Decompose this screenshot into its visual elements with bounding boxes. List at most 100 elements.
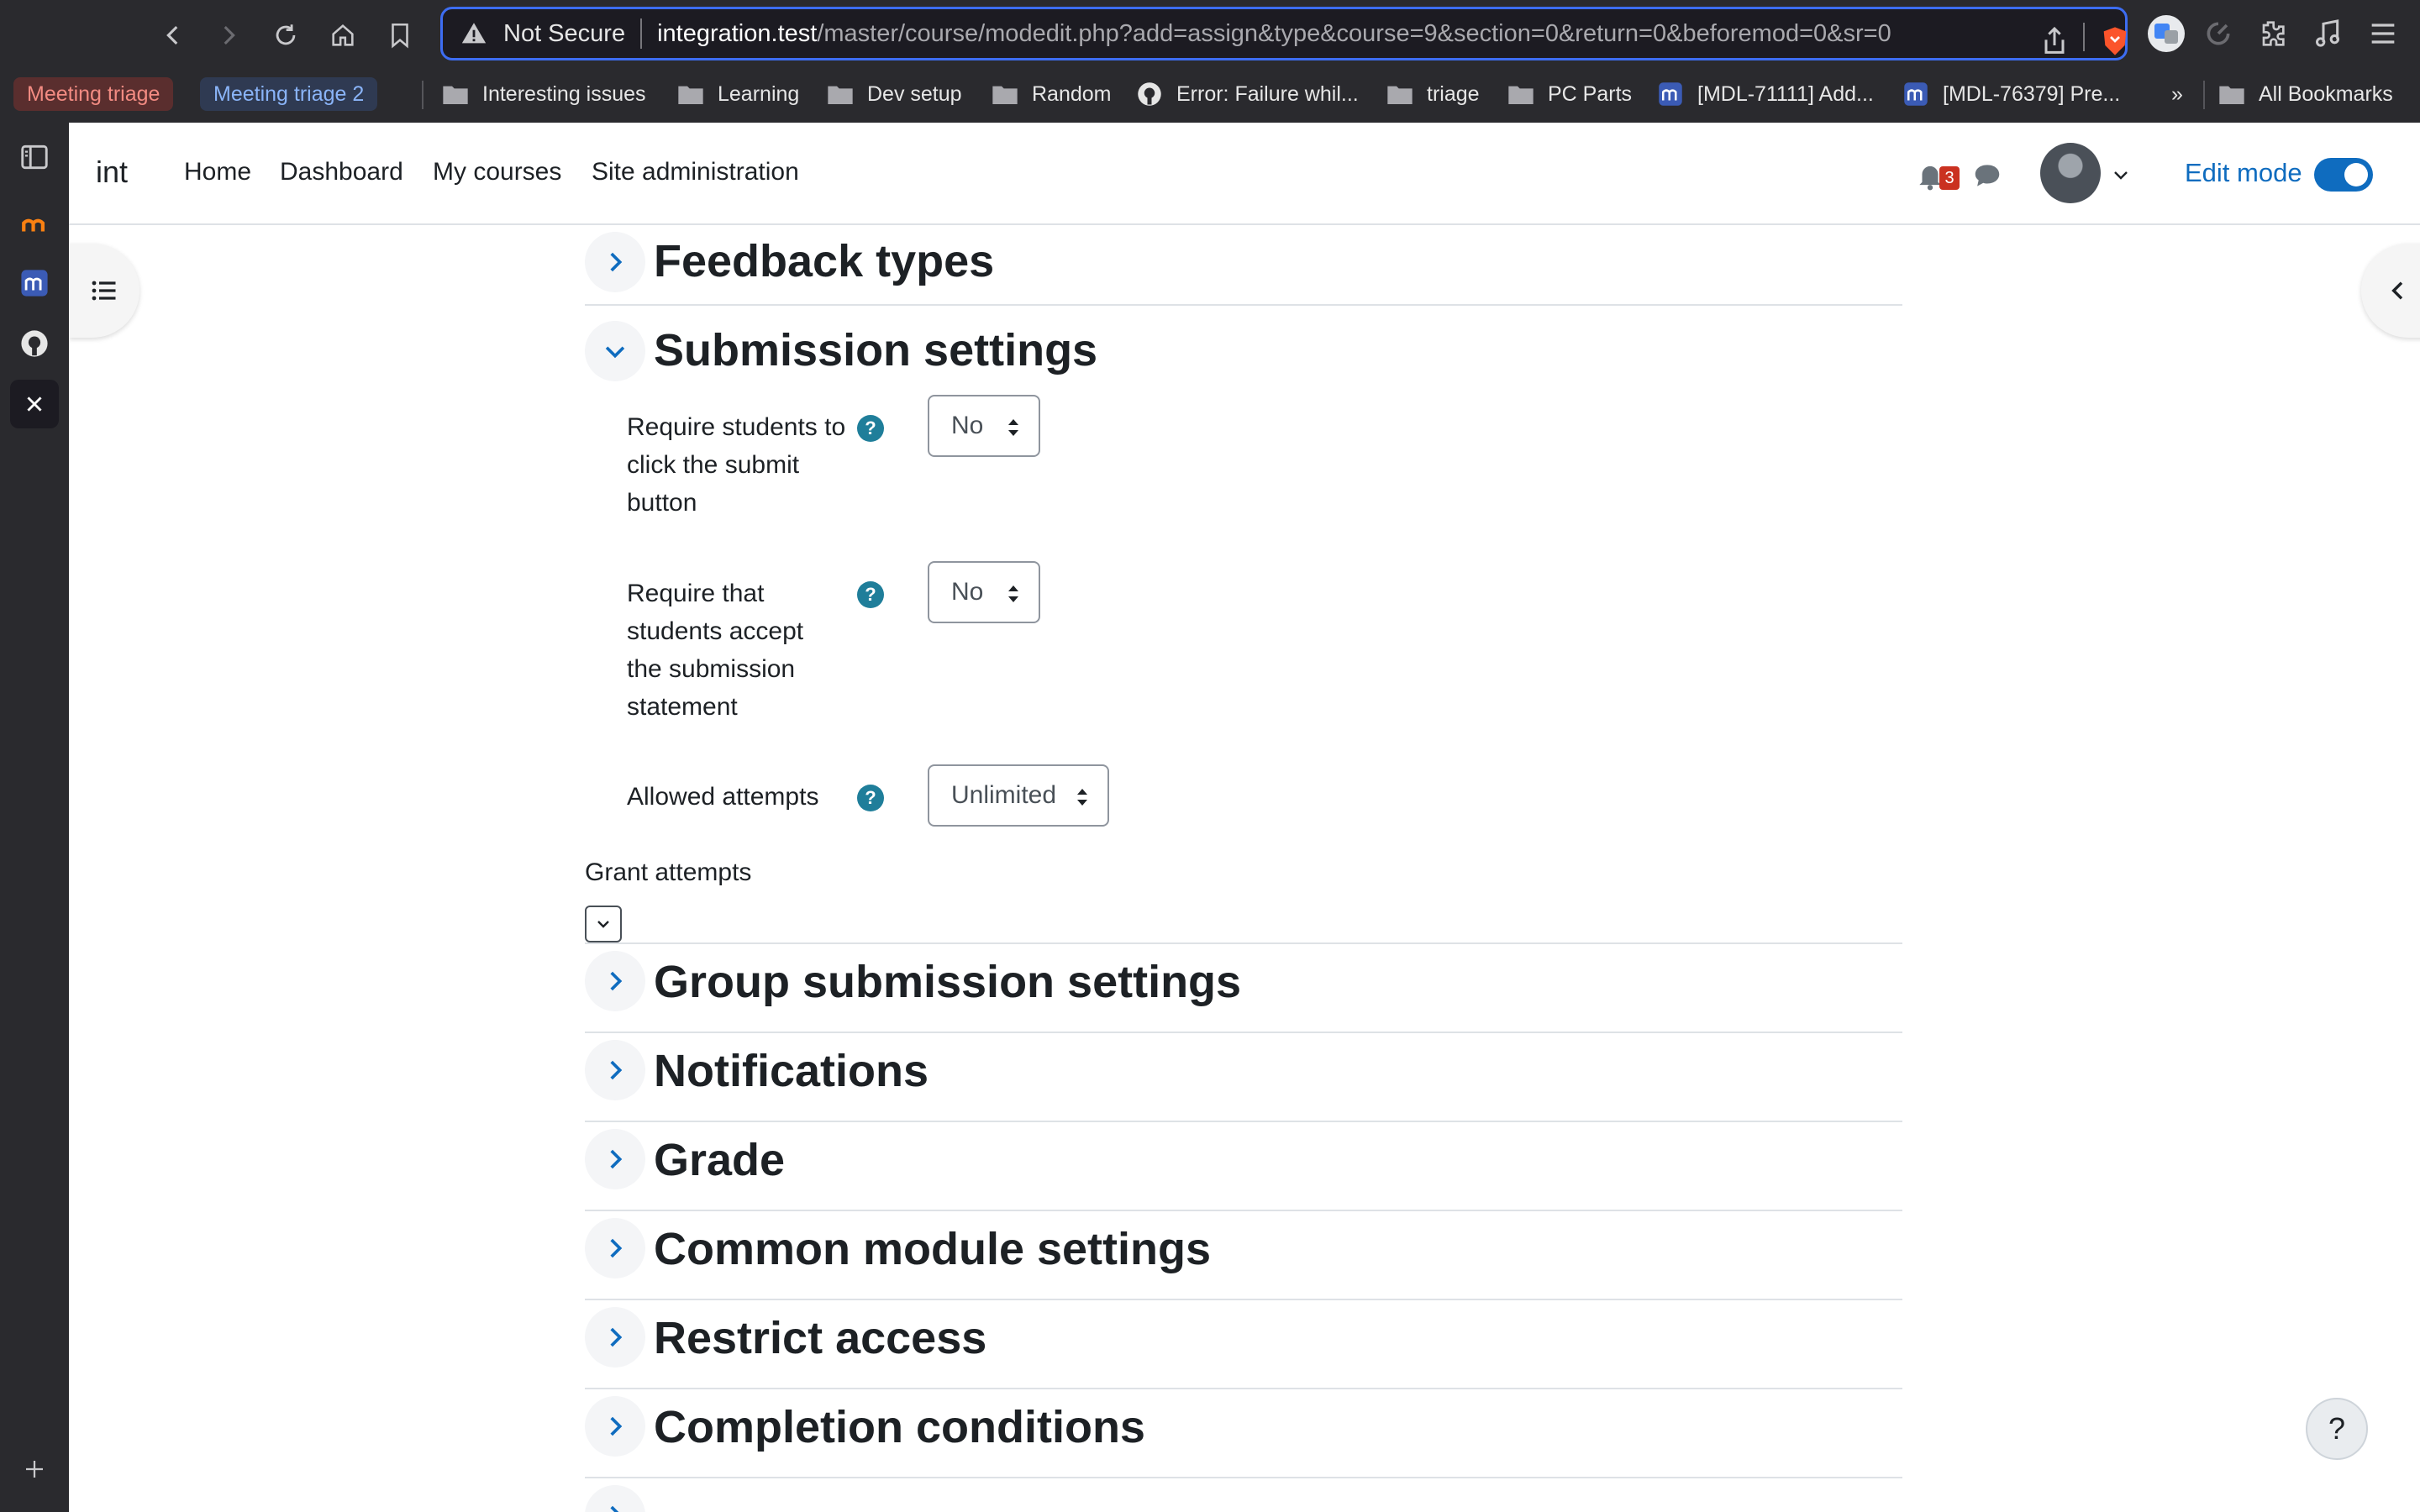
submission-settings-title[interactable]: Submission settings xyxy=(654,324,1097,376)
site-brand[interactable]: int xyxy=(96,155,128,190)
sidebar-moodle-tracker[interactable] xyxy=(17,265,52,301)
section-expand-button[interactable] xyxy=(585,1307,645,1368)
chevron-left-icon xyxy=(166,25,178,45)
bookmark-all-bookmarks[interactable]: All Bookmarks xyxy=(2218,79,2393,109)
sidebar-github[interactable] xyxy=(17,326,52,361)
sidebar-x[interactable] xyxy=(10,380,59,428)
bookmark-interesting-issues[interactable]: Interesting issues xyxy=(442,79,646,109)
help-footer-button[interactable]: ? xyxy=(2306,1398,2368,1460)
folder-icon xyxy=(992,86,1018,104)
grant-attempts-label: Grant attempts xyxy=(585,858,752,886)
menu-icon[interactable] xyxy=(2366,17,2400,50)
home-button[interactable] xyxy=(326,18,360,52)
require-statement-select[interactable]: No xyxy=(928,561,1040,623)
brave-shield-icon[interactable] xyxy=(2098,24,2132,58)
allowed-attempts-select[interactable]: Unlimited xyxy=(928,764,1109,827)
back-button[interactable] xyxy=(156,18,190,52)
chevron-down-icon[interactable] xyxy=(2111,165,2131,185)
section-title[interactable]: Group submission settings xyxy=(654,956,1241,1008)
course-index-drawer-toggle[interactable] xyxy=(69,244,139,338)
help-icon[interactable]: ? xyxy=(857,785,884,811)
bookmark-button[interactable] xyxy=(383,18,417,52)
x-logo-icon xyxy=(27,396,42,412)
chevron-right-icon xyxy=(610,1505,619,1512)
section-feedback-types: Feedback types xyxy=(585,225,1902,306)
moodle-tracker-icon xyxy=(21,270,48,297)
section-expand-button[interactable] xyxy=(585,951,645,1011)
nav-home[interactable]: Home xyxy=(184,158,251,186)
edit-mode-toggle[interactable] xyxy=(2314,158,2373,192)
bookmark-meeting-triage[interactable]: Meeting triage xyxy=(13,77,174,111)
section-restrict-access: Restrict access xyxy=(585,1300,1902,1389)
bookmarks-bar: Meeting triage Meeting triage 2 Interest… xyxy=(0,71,2420,118)
bookmark-label: [MDL-71111] Add... xyxy=(1697,81,1874,106)
bookmark-divider xyxy=(2203,81,2205,109)
select-value: Unlimited xyxy=(951,781,1057,809)
bookmark-learning[interactable]: Learning xyxy=(677,79,799,109)
share-icon[interactable] xyxy=(2038,24,2071,58)
bookmark-meeting-triage-2[interactable]: Meeting triage 2 xyxy=(200,77,378,111)
section-title[interactable]: Restrict access xyxy=(654,1312,986,1364)
bookmark-dev-setup[interactable]: Dev setup xyxy=(827,79,962,109)
sidebar-toggle-button[interactable] xyxy=(17,139,52,175)
bookmark-random[interactable]: Random xyxy=(992,79,1112,109)
moodle-icon xyxy=(1904,82,1928,106)
section-expand-button[interactable] xyxy=(585,1129,645,1189)
browser-sidebar xyxy=(0,123,69,1512)
sidebar-add-button[interactable] xyxy=(17,1452,52,1487)
require-statement-label: Require that students accept the submiss… xyxy=(627,580,804,721)
plus-icon xyxy=(26,1461,43,1478)
section-title[interactable]: Completion conditions xyxy=(654,1401,1145,1453)
address-bar[interactable]: Not Secure integration.test/master/cours… xyxy=(440,7,2128,60)
section-title[interactable]: Feedback types xyxy=(654,235,994,287)
url-path: /master/course/modedit.php?add=assign&ty… xyxy=(817,19,1891,47)
bookmark-triage[interactable]: triage xyxy=(1386,79,1480,109)
forward-button[interactable] xyxy=(212,18,245,52)
bookmark-mdl-71111[interactable]: [MDL-71111] Add... xyxy=(1657,79,1874,109)
nav-dashboard[interactable]: Dashboard xyxy=(280,158,403,186)
chevron-right-icon xyxy=(610,1416,623,1436)
chevron-right-icon xyxy=(610,971,623,991)
section-title[interactable]: Common module settings xyxy=(654,1223,1211,1275)
require-submit-label: Require students to click the submit but… xyxy=(627,413,846,517)
translate-icon[interactable] xyxy=(2146,13,2186,54)
select-value: No xyxy=(951,578,984,606)
browser-toolbar: Not Secure integration.test/master/cours… xyxy=(0,0,2420,123)
rewards-icon[interactable] xyxy=(2202,17,2235,50)
section-expand-button[interactable] xyxy=(585,1396,645,1457)
user-avatar[interactable] xyxy=(2040,143,2101,203)
chevron-down-icon xyxy=(605,346,625,359)
nav-site-administration[interactable]: Site administration xyxy=(592,158,799,186)
help-icon[interactable]: ? xyxy=(857,415,884,442)
section-title[interactable]: Notifications xyxy=(654,1045,929,1097)
reload-button[interactable] xyxy=(269,18,302,52)
nav-my-courses[interactable]: My courses xyxy=(433,158,561,186)
bookmark-label: Interesting issues xyxy=(482,81,646,106)
chevron-right-icon xyxy=(610,1327,623,1347)
section-expand-button[interactable] xyxy=(585,1040,645,1100)
bookmark-pc-parts[interactable]: PC Parts xyxy=(1507,79,1632,109)
require-submit-select[interactable]: No xyxy=(928,395,1040,457)
help-icon[interactable]: ? xyxy=(857,581,884,608)
media-icon[interactable] xyxy=(2311,17,2344,50)
warning-icon xyxy=(461,23,487,44)
extensions-icon[interactable] xyxy=(2255,17,2289,50)
bookmark-label: Random xyxy=(1032,81,1112,106)
messages-icon[interactable] xyxy=(1971,160,2003,192)
github-icon xyxy=(1138,82,1161,106)
submission-settings-collapse-button[interactable] xyxy=(585,321,645,381)
section-common-module: Common module settings xyxy=(585,1211,1902,1300)
grant-attempts-toggle[interactable] xyxy=(585,906,622,942)
sidebar-moodle-orange[interactable] xyxy=(17,207,52,242)
block-drawer-toggle[interactable] xyxy=(2361,244,2420,338)
bookmark-mdl-76379[interactable]: [MDL-76379] Pre... xyxy=(1902,79,2120,109)
section-expand-button[interactable] xyxy=(585,1485,645,1512)
section-title[interactable]: Grade xyxy=(654,1134,785,1186)
bookmarks-overflow-button[interactable]: » xyxy=(2171,79,2183,109)
bookmark-error-failure[interactable]: Error: Failure whil... xyxy=(1136,79,1359,109)
chevron-left-icon xyxy=(2391,281,2403,300)
select-arrows-icon xyxy=(1077,789,1087,806)
section-expand-button[interactable] xyxy=(585,1218,645,1278)
select-value: No xyxy=(951,412,984,439)
section-expand-button[interactable] xyxy=(585,232,645,292)
